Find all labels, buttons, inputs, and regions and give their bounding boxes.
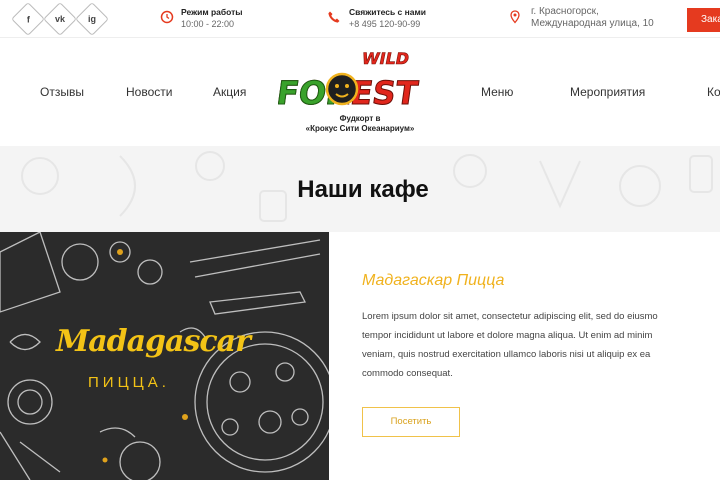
top-bar: f vk ig Режим работы 10:00 - 22:00 Свяжи… <box>0 0 720 38</box>
clock-icon <box>160 10 174 24</box>
contact-title: Свяжитесь с нами <box>349 7 427 17</box>
nav-item-events[interactable]: Мероприятия <box>570 85 645 99</box>
cafe-description-line: Lorem ipsum dolor sit amet, consectetur … <box>362 311 658 322</box>
instagram-glyph: ig <box>88 14 96 24</box>
cafe-brand-wordmark: Madagascar <box>56 324 251 359</box>
logo-caption-line-1: Фудкорт в <box>339 114 381 123</box>
cafe-image[interactable]: Madagascar ПИЦЦА. <box>0 232 329 480</box>
nav-item-menu[interactable]: Меню <box>481 85 513 99</box>
cafe-description-line: tempor incididunt ut labore et dolore ma… <box>362 330 653 341</box>
visit-button[interactable]: Посетить <box>362 407 460 437</box>
page: f vk ig Режим работы 10:00 - 22:00 Свяжи… <box>0 0 720 480</box>
nav-item-contacts[interactable]: Ко <box>707 85 720 99</box>
hours-title: Режим работы <box>181 7 243 17</box>
nav-item-reviews[interactable]: Отзывы <box>40 85 84 99</box>
facebook-glyph: f <box>26 14 30 24</box>
contact-info: Свяжитесь с нами +8 495 120-90-99 <box>349 6 426 30</box>
vk-icon[interactable]: vk <box>43 2 77 36</box>
cafe-description: Lorem ipsum dolor sit amet, consectetur … <box>362 307 720 383</box>
address: г. Красногорск, Международная улица, 10 <box>531 6 654 30</box>
logo-jaguar-head <box>325 72 359 106</box>
vk-glyph: vk <box>54 13 66 24</box>
main-nav: Отзывы Новости Акция Меню Мероприятия Ко… <box>0 38 720 146</box>
cafe-title[interactable]: Мадагаскар Пицца <box>362 272 504 290</box>
logo-caption-line-2: «Крокус Сити Океанариум» <box>305 124 415 133</box>
cafe-description-line: commodo consequat. <box>362 368 453 379</box>
section-header: Наши кафе <box>0 146 720 232</box>
hours-value: 10:00 - 22:00 <box>181 19 235 29</box>
facebook-icon[interactable]: f <box>11 2 45 36</box>
address-line-1: г. Красногорск, <box>531 6 599 17</box>
phone-icon <box>328 11 340 23</box>
nav-item-promo[interactable]: Акция <box>213 85 246 99</box>
instagram-icon[interactable]: ig <box>75 2 109 36</box>
cafe-brand-subtitle: ПИЦЦА. <box>88 374 170 391</box>
section-title: Наши кафе <box>297 176 429 203</box>
cafe-description-line: veniam, quis nostrud exercitation ullamc… <box>362 349 651 360</box>
order-button[interactable]: Зака <box>687 8 720 32</box>
wild-forest-logo[interactable]: WILD FOREST FOREST <box>278 44 444 114</box>
address-line-2: Международная улица, 10 <box>531 18 654 29</box>
nav-item-news[interactable]: Новости <box>126 85 172 99</box>
working-hours: Режим работы 10:00 - 22:00 <box>181 6 243 30</box>
logo-wild-text: WILD <box>362 49 409 68</box>
logo-caption: Фудкорт в «Крокус Сити Океанариум» <box>285 114 435 134</box>
cafe-info: Мадагаскар Пицца Lorem ipsum dolor sit a… <box>329 232 720 480</box>
contact-phone[interactable]: +8 495 120-90-99 <box>349 18 426 30</box>
location-pin-icon <box>510 10 520 24</box>
